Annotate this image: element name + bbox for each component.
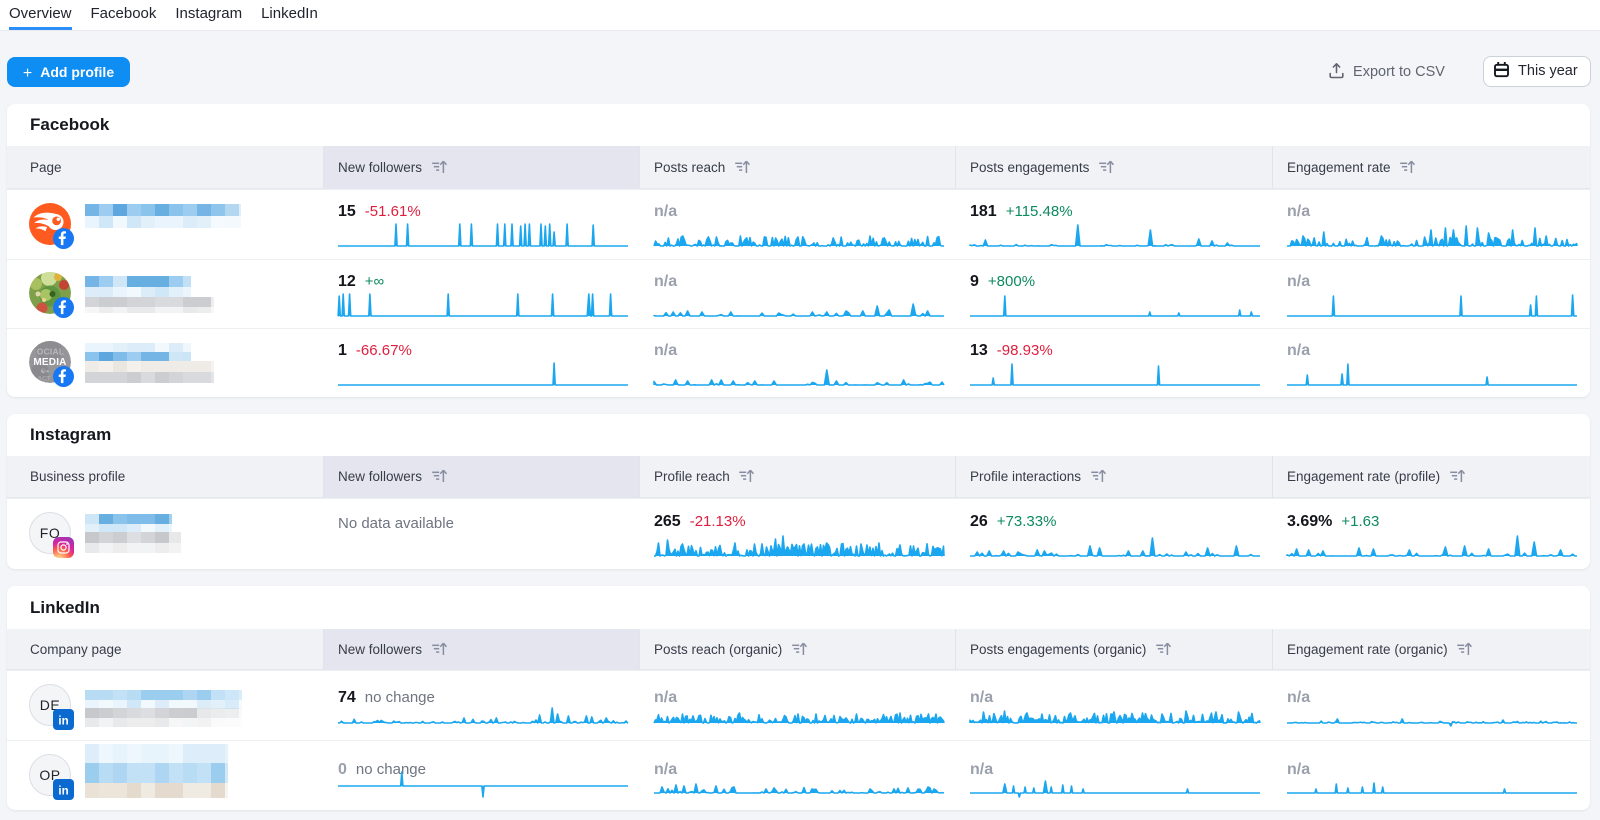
svg-text:in: in: [58, 786, 68, 798]
svg-text:OCIAL: OCIAL: [37, 347, 64, 357]
svg-text:ACT: ACT: [37, 376, 50, 383]
svg-text:☯●: ☯●: [40, 368, 49, 375]
svg-text:in: in: [58, 716, 68, 728]
